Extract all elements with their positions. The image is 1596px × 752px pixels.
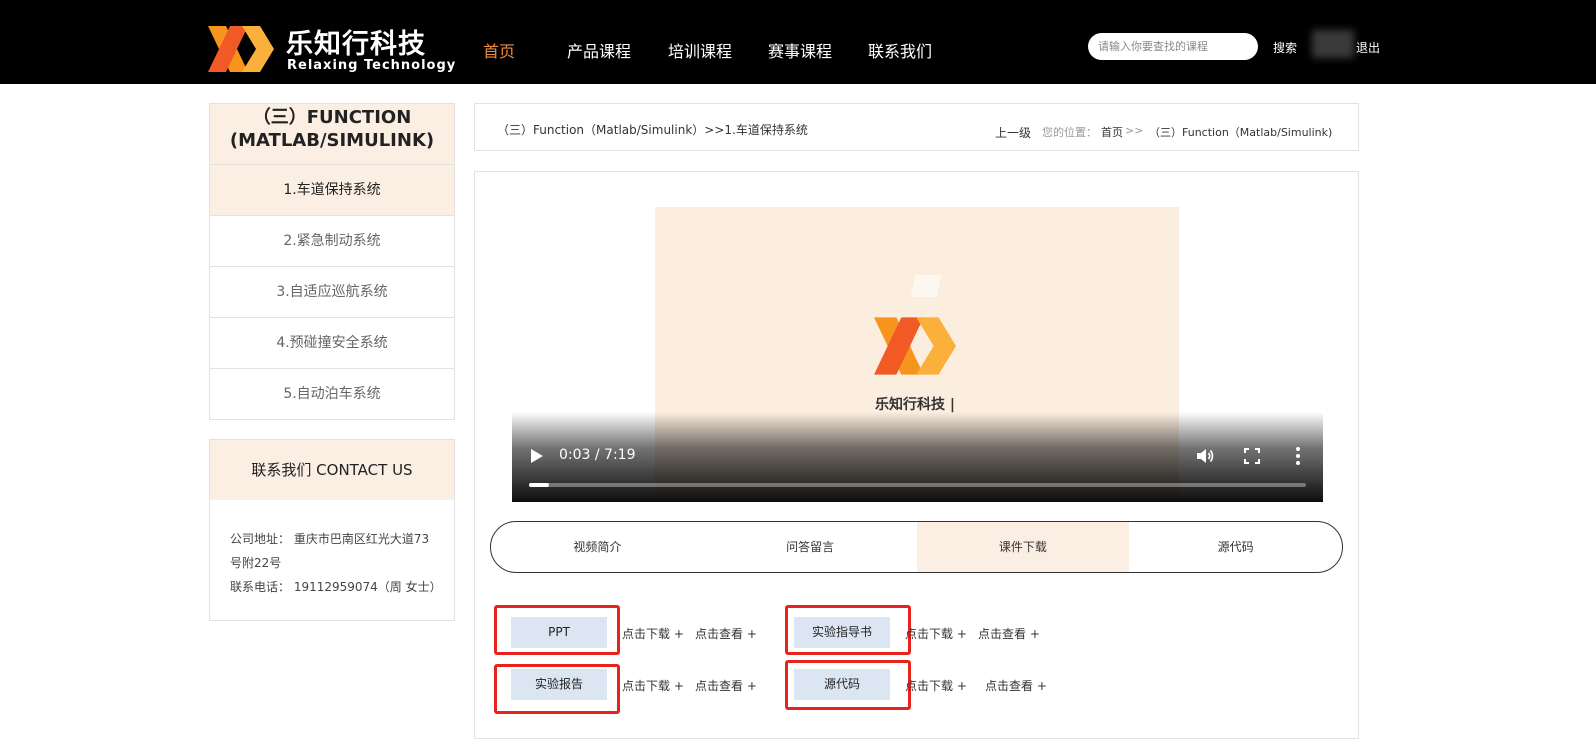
position-label: 您的位置： [1042, 126, 1097, 139]
nav-competition-courses[interactable]: 赛事课程 [768, 38, 832, 61]
nav-contact-us[interactable]: 联系我们 [868, 38, 932, 61]
contact-address-line1: 公司地址： 重庆市巴南区红光大道73 [230, 532, 430, 546]
brand-name-en: Relaxing Technology [287, 58, 457, 73]
breadcrumb-current[interactable]: （三）Function（Matlab/Simulink) [1149, 124, 1332, 140]
breadcrumb-bar: （三）Function（Matlab/Simulink）>>1.车道保持系统 上… [474, 103, 1359, 151]
lab-report-button[interactable]: 实验报告 [511, 669, 607, 700]
tab-courseware-download[interactable]: 课件下载 [916, 522, 1130, 572]
logout-link[interactable]: 退出 [1356, 39, 1380, 56]
search-button[interactable]: 搜索 [1273, 39, 1297, 56]
more-options-icon[interactable] [1293, 446, 1303, 466]
ppt-button[interactable]: PPT [511, 617, 607, 648]
sidebar-item-auto-parking[interactable]: 5.自动泊车系统 [210, 368, 454, 419]
breadcrumb-separator: >> [1125, 124, 1144, 137]
contact-panel: 联系我们 CONTACT US 公司地址： 重庆市巴南区红光大道73 号附22号… [209, 439, 455, 621]
tab-source-code[interactable]: 源代码 [1129, 522, 1342, 572]
play-icon[interactable] [530, 448, 544, 464]
ppt-download-link[interactable]: 点击下载 + [622, 625, 684, 642]
source-code-download-link[interactable]: 点击下载 + [905, 677, 967, 694]
sidebar-title: （三）FUNCTION (MATLAB/SIMULINK) [210, 104, 454, 164]
lab-report-view-link[interactable]: 点击查看 + [695, 677, 757, 694]
contact-address-line2: 号附22号 [230, 556, 282, 570]
content-tabs: 视频简介 问答留言 课件下载 源代码 [490, 521, 1343, 573]
tab-video-intro[interactable]: 视频简介 [491, 522, 704, 572]
brand-logo[interactable]: 乐知行科技 Relaxing Technology [208, 22, 455, 74]
poster-decoration [910, 275, 942, 297]
lab-guide-view-link[interactable]: 点击查看 + [978, 625, 1040, 642]
sidebar-item-adaptive-cruise[interactable]: 3.自适应巡航系统 [210, 266, 454, 317]
source-code-button[interactable]: 源代码 [794, 669, 890, 700]
lab-guide-download-link[interactable]: 点击下载 + [905, 625, 967, 642]
user-avatar[interactable] [1312, 30, 1354, 58]
sidebar-item-emergency-braking[interactable]: 2.紧急制动系统 [210, 215, 454, 266]
video-time: 0:03 / 7:19 [559, 447, 636, 463]
contact-phone: 联系电话： 19112959074（周 女士） [230, 580, 442, 594]
video-progress-bar[interactable] [529, 483, 1306, 487]
breadcrumb-home-link[interactable]: 首页 [1101, 124, 1123, 140]
top-header: 乐知行科技 Relaxing Technology 首页 产品课程 培训课程 赛… [0, 0, 1596, 84]
ppt-view-link[interactable]: 点击查看 + [695, 625, 757, 642]
sidebar-item-lane-keeping[interactable]: 1.车道保持系统 [210, 164, 454, 215]
poster-logo-icon [874, 317, 956, 375]
search-input[interactable] [1088, 33, 1258, 60]
lab-guide-button[interactable]: 实验指导书 [794, 617, 890, 648]
source-code-view-link[interactable]: 点击查看 + [985, 677, 1047, 694]
current-path-title: （三）Function（Matlab/Simulink）>>1.车道保持系统 [497, 123, 808, 137]
contact-info: 公司地址： 重庆市巴南区红光大道73 号附22号 联系电话： 191129590… [230, 527, 442, 599]
volume-icon[interactable] [1196, 447, 1214, 465]
sidebar-item-pre-collision[interactable]: 4.预碰撞安全系统 [210, 317, 454, 368]
logo-mark-icon [208, 26, 274, 72]
video-player[interactable]: 乐知行科技 | 0:03 / 7:19 [512, 207, 1323, 502]
sidebar-title-line2: (MATLAB/SIMULINK) [229, 130, 435, 151]
tab-qa[interactable]: 问答留言 [704, 522, 917, 572]
nav-training-courses[interactable]: 培训课程 [668, 38, 732, 61]
course-sidebar: （三）FUNCTION (MATLAB/SIMULINK) 1.车道保持系统 2… [209, 103, 455, 420]
nav-product-courses[interactable]: 产品课程 [567, 38, 631, 61]
brand-name-cn: 乐知行科技 [286, 29, 426, 60]
sidebar-title-line1: （三）FUNCTION [252, 107, 412, 128]
video-progress-fill [529, 483, 550, 487]
contact-title: 联系我们 CONTACT US [210, 440, 454, 500]
up-level-link[interactable]: 上一级 [995, 124, 1031, 141]
lab-report-download-link[interactable]: 点击下载 + [622, 677, 684, 694]
course-content-panel: 乐知行科技 | 0:03 / 7:19 视频简介 问答留言 课件下载 源代码 P… [474, 171, 1359, 739]
video-controls: 0:03 / 7:19 [512, 412, 1323, 502]
nav-home[interactable]: 首页 [483, 38, 515, 61]
fullscreen-icon[interactable] [1244, 448, 1260, 464]
poster-brand-text: 乐知行科技 | [875, 397, 955, 413]
